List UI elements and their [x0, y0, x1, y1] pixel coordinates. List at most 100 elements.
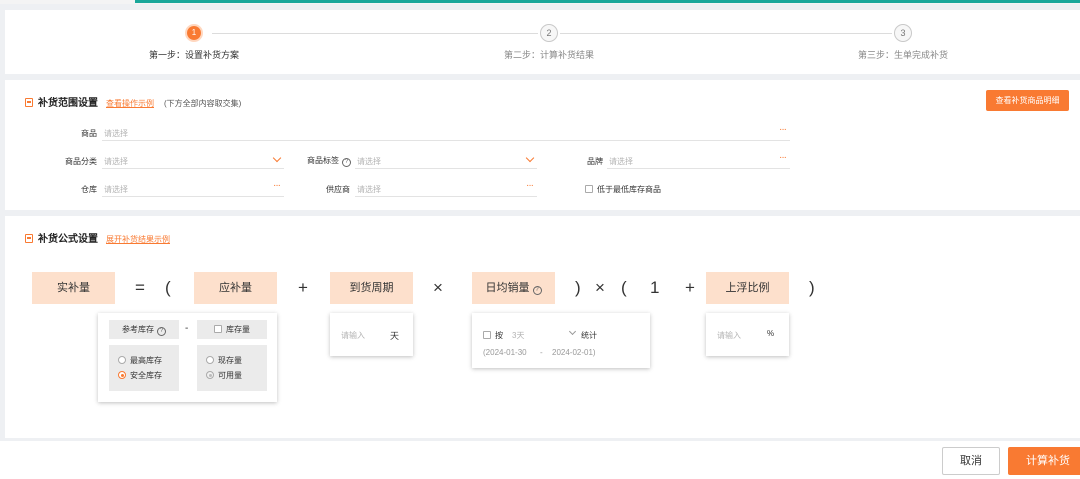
radio-selected-icon[interactable]: [118, 371, 126, 379]
supplier-label: 供应商: [326, 185, 350, 194]
range-title: 补货范围设置: [38, 98, 98, 109]
actual-qty-box: 实补量: [32, 272, 115, 304]
start-date: (2024-01-30: [483, 348, 527, 357]
minus-sign: -: [185, 323, 189, 334]
tag-placeholder: 请选择: [357, 157, 381, 166]
stock-qty-select[interactable]: 库存量: [197, 320, 267, 339]
by-label: 按: [495, 331, 503, 340]
checkbox-icon[interactable]: [585, 185, 593, 193]
safe-stock-label: 安全库存: [130, 371, 162, 380]
product-placeholder: 请选择: [104, 129, 128, 138]
ref-stock-label: 参考库存: [122, 325, 154, 334]
chevron-down-icon[interactable]: [272, 153, 282, 163]
available-option[interactable]: 可用量: [206, 370, 242, 381]
cancel-button[interactable]: 取消: [942, 447, 1000, 475]
warehouse-placeholder: 请选择: [104, 185, 128, 194]
product-label: 商品: [81, 129, 97, 138]
arrival-cycle-box: 到货周期: [330, 272, 413, 304]
step-1[interactable]: 1 第一步：设置补货方案: [144, 24, 244, 61]
range-settings-panel: 补货范围设置 查看操作示例 (下方全部内容取交集) 查看补货商品明细 商品 请选择 …: [5, 80, 1080, 210]
view-details-button[interactable]: 查看补货商品明细: [986, 90, 1069, 111]
category-select[interactable]: 请选择: [102, 153, 284, 169]
help-icon[interactable]: ?: [532, 286, 542, 295]
plus-sign: +: [685, 278, 695, 297]
float-ratio-box: 上浮比例: [706, 272, 789, 304]
safe-stock-option[interactable]: 安全库存: [118, 370, 162, 381]
category-label: 商品分类: [65, 157, 97, 166]
step-2-label: 第二步：计算补货结果: [503, 50, 594, 60]
chevron-down-icon[interactable]: [568, 327, 577, 336]
current-stock-option[interactable]: 现存量: [206, 355, 242, 366]
steps-panel: 1 第一步：设置补货方案 2 第二步：计算补货结果 3 第三步：生单完成补货: [5, 10, 1080, 74]
available-label: 可用量: [218, 371, 242, 380]
radio-icon[interactable]: [118, 356, 126, 364]
arrival-cycle-card: 请输入 天: [330, 313, 413, 356]
daily-sales-card: 按 3天 统计 (2024-01-30 - 2024-02-01): [472, 313, 650, 368]
brand-select[interactable]: 请选择 ···: [607, 152, 790, 169]
more-icon[interactable]: ···: [779, 152, 787, 163]
help-icon[interactable]: ?: [157, 327, 166, 336]
max-stock-option[interactable]: 最高库存: [118, 355, 162, 366]
tag-label-wrap: 商品标签?: [295, 155, 351, 167]
days-select[interactable]: 3天: [512, 330, 524, 341]
ref-stock-select[interactable]: 参考库存?: [109, 320, 179, 339]
category-placeholder: 请选择: [104, 157, 128, 166]
supplier-select[interactable]: 请选择 ···: [355, 180, 537, 197]
warehouse-label: 仓库: [81, 185, 97, 194]
open-paren: (: [165, 278, 171, 297]
checkbox-icon[interactable]: [483, 331, 491, 339]
view-example-link[interactable]: 查看操作示例: [106, 99, 154, 108]
more-icon[interactable]: ···: [273, 180, 281, 191]
end-date: 2024-02-01): [552, 348, 596, 357]
stock-qty-label: 库存量: [226, 325, 250, 334]
formula-title: 补货公式设置: [38, 234, 98, 245]
radio-icon[interactable]: [206, 356, 214, 364]
brand-placeholder: 请选择: [609, 157, 633, 166]
formula-section-header: 补货公式设置 展开补货结果示例: [25, 230, 170, 245]
max-stock-label: 最高库存: [130, 356, 162, 365]
low-stock-checkbox[interactable]: 低于最低库存商品: [585, 184, 661, 195]
top-progress-bar: [0, 0, 1080, 4]
formula-settings-panel: 补货公式设置 展开补货结果示例 实补量 = ( 应补量 + 到货周期 × 日均销量…: [5, 216, 1080, 438]
radio-disabled-icon: [206, 371, 214, 379]
step-connector: [560, 33, 892, 34]
step-connector: [212, 33, 538, 34]
by-checkbox[interactable]: 按: [483, 330, 503, 341]
product-select[interactable]: 请选择 ···: [102, 124, 790, 141]
more-icon[interactable]: ···: [779, 124, 787, 135]
daily-sales-box: 日均销量?: [472, 272, 555, 304]
days-unit: 天: [390, 331, 400, 341]
number-one: 1: [650, 278, 660, 297]
cycle-input[interactable]: 请输入: [341, 330, 365, 341]
close-paren: ): [809, 278, 815, 297]
checkbox-icon[interactable]: [214, 325, 222, 333]
step-1-number: 1: [187, 26, 201, 40]
should-qty-card: 参考库存? - 库存量 最高库存 安全库存 现存量 可用量: [98, 313, 277, 402]
step-3[interactable]: 3 第三步：生单完成补货: [853, 24, 953, 61]
float-input[interactable]: 请输入: [717, 330, 741, 341]
ref-stock-options: [109, 345, 179, 391]
tag-select[interactable]: 请选择: [355, 153, 537, 169]
calculate-button[interactable]: 计算补货: [1008, 447, 1080, 475]
step-3-circle: 3: [894, 24, 912, 42]
more-icon[interactable]: ···: [526, 180, 534, 191]
chevron-down-icon[interactable]: [525, 153, 535, 163]
help-icon[interactable]: ?: [342, 158, 351, 167]
brand-label: 品牌: [587, 157, 603, 166]
stock-qty-options: [197, 345, 267, 391]
float-ratio-card: 请输入 %: [706, 313, 789, 356]
supplier-placeholder: 请选择: [357, 185, 381, 194]
should-qty-box: 应补量: [194, 272, 277, 304]
stat-label: 统计: [581, 331, 597, 340]
expand-example-link[interactable]: 展开补货结果示例: [106, 235, 170, 244]
times-sign: ×: [595, 278, 605, 297]
step-2[interactable]: 2 第二步：计算补货结果: [499, 24, 599, 61]
close-paren: ): [575, 278, 581, 297]
warehouse-select[interactable]: 请选择 ···: [102, 180, 284, 197]
current-stock-label: 现存量: [218, 356, 242, 365]
range-section-header: 补货范围设置 查看操作示例 (下方全部内容取交集): [25, 94, 241, 109]
date-dash: -: [540, 348, 543, 357]
daily-sales-label: 日均销量: [485, 282, 530, 294]
footer-bar: 取消 计算补货: [0, 441, 1080, 479]
low-stock-label: 低于最低库存商品: [597, 185, 661, 194]
